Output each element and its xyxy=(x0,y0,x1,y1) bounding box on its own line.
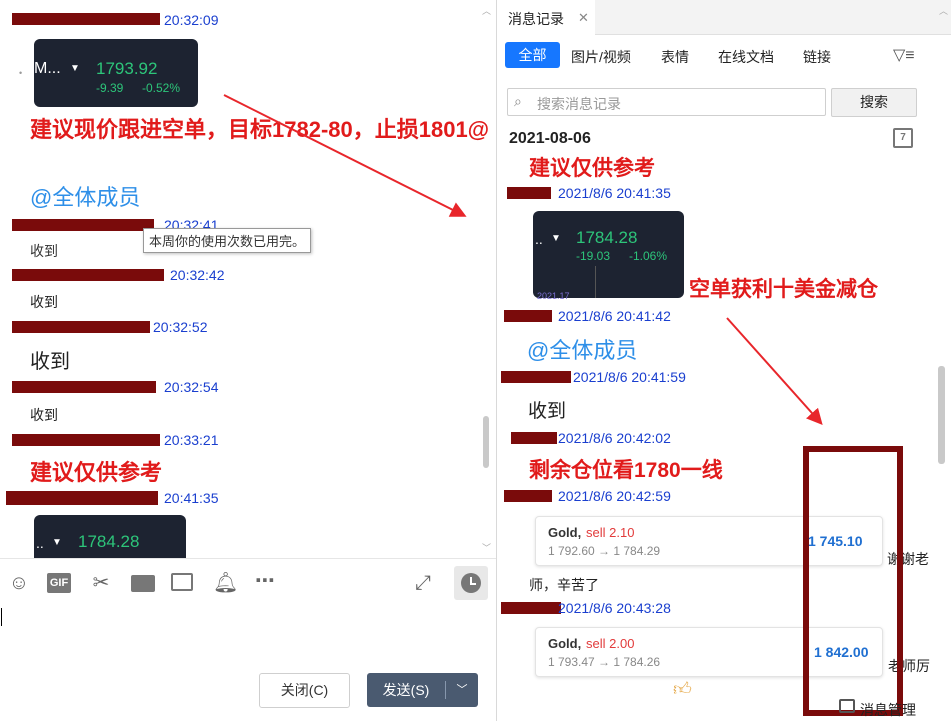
arrow-annotation xyxy=(223,94,467,217)
arrow-annotation xyxy=(726,317,823,425)
annotation-arrows xyxy=(223,94,823,425)
